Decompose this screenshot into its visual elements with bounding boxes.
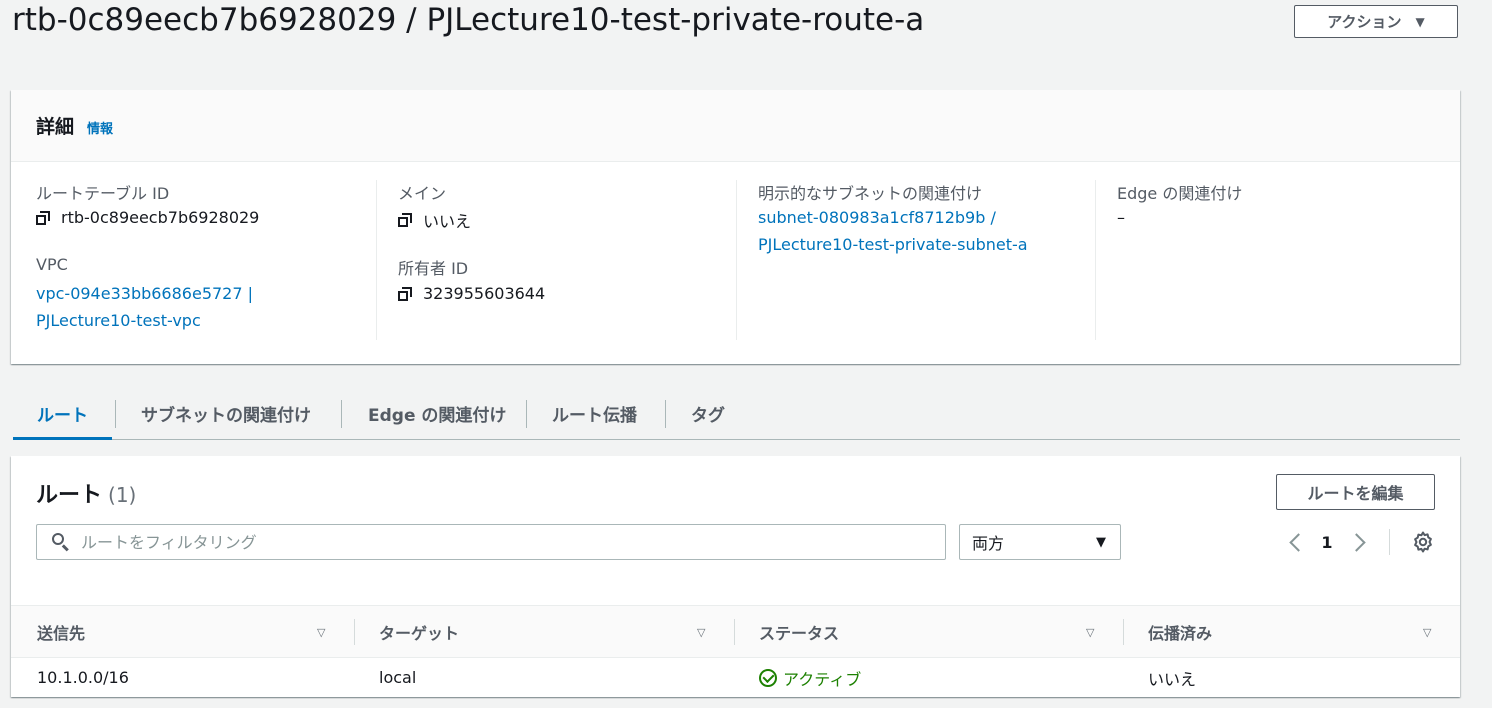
tab-bar: ルート サブネットの関連付け Edge の関連付け ルート伝播 タグ <box>13 388 1460 440</box>
subnet-assoc-link-line1[interactable]: subnet-080983a1cf8712b9b / <box>758 208 996 227</box>
cell-destination: 10.1.0.0/16 <box>37 668 129 687</box>
page-number[interactable]: 1 <box>1309 533 1345 552</box>
sort-icon[interactable]: ▽ <box>317 626 325 639</box>
cell-status: アクティブ <box>759 658 861 697</box>
column-divider <box>354 619 355 645</box>
pagination: 1 <box>1281 528 1373 556</box>
detail-column-4: Edge の関連付け – <box>1095 180 1436 340</box>
detail-column-1: ルートテーブル ID rtb-0c89eecb7b6928029 VPC vpc… <box>36 180 376 340</box>
column-header-destination[interactable]: 送信先 <box>37 606 85 657</box>
column-header-propagated[interactable]: 伝播済み <box>1148 606 1212 657</box>
vpc-label: VPC <box>36 255 68 274</box>
caret-down-icon: ▼ <box>1096 534 1106 550</box>
sort-icon[interactable]: ▽ <box>697 626 705 639</box>
table-header: 送信先 ▽ ターゲット ▽ ステータス ▽ 伝播済み ▽ <box>11 605 1460 658</box>
tab-subnet-associations[interactable]: サブネットの関連付け <box>141 388 311 438</box>
table-row[interactable]: 10.1.0.0/16 local アクティブ いいえ <box>11 658 1460 697</box>
chevron-right-icon[interactable] <box>1345 528 1373 556</box>
tab-divider <box>341 400 342 428</box>
actions-dropdown-button[interactable]: アクション ▼ <box>1294 5 1458 38</box>
page-title: rtb-0c89eecb7b6928029 / PJLecture10-test… <box>12 2 925 38</box>
routes-title-text: ルート <box>36 483 103 508</box>
sort-icon[interactable]: ▽ <box>1086 626 1094 639</box>
check-circle-icon <box>759 668 777 687</box>
tab-routes[interactable]: ルート <box>13 388 112 440</box>
detail-column-2: メイン いいえ 所有者 ID 323955603644 <box>376 180 736 340</box>
cell-propagated: いいえ <box>1148 669 1197 689</box>
edge-assoc-value: – <box>1117 208 1125 227</box>
route-filter-input[interactable] <box>79 526 945 558</box>
details-panel: 詳細 情報 ルートテーブル ID rtb-0c89eecb7b6928029 V… <box>11 90 1460 364</box>
main-value-text: いいえ <box>423 212 472 231</box>
main-value: いいえ <box>398 208 471 232</box>
gear-icon[interactable] <box>1411 530 1435 554</box>
subnet-assoc-link-line2[interactable]: PJLecture10-test-private-subnet-a <box>758 235 1028 254</box>
actions-label: アクション <box>1327 13 1402 31</box>
detail-column-3: 明示的なサブネットの関連付け subnet-080983a1cf8712b9b … <box>736 180 1096 340</box>
route-table-id-label: ルートテーブル ID <box>36 184 170 203</box>
status-text: アクティブ <box>783 669 862 689</box>
pagination-divider <box>1389 529 1390 555</box>
main-label: メイン <box>398 184 447 203</box>
route-table-id-value: rtb-0c89eecb7b6928029 <box>36 208 259 227</box>
column-header-status[interactable]: ステータス <box>759 606 839 657</box>
copy-icon[interactable] <box>36 210 50 225</box>
filter-type-select[interactable]: 両方 ▼ <box>959 524 1121 560</box>
sort-icon[interactable]: ▽ <box>1423 626 1431 639</box>
edge-assoc-label: Edge の関連付け <box>1117 184 1243 203</box>
tab-divider <box>115 400 116 428</box>
cell-target: local <box>379 668 417 687</box>
subnet-assoc-label: 明示的なサブネットの関連付け <box>758 184 983 203</box>
edit-routes-button[interactable]: ルートを編集 <box>1276 474 1435 510</box>
filter-type-value: 両方 <box>972 534 1005 553</box>
owner-id-text: 323955603644 <box>423 284 546 303</box>
routes-count: (1) <box>108 483 137 507</box>
tab-tags[interactable]: タグ <box>691 388 725 438</box>
routes-panel: ルート(1) ルートを編集 両方 ▼ 1 送信先 ▽ ターゲット ▽ ステータス… <box>11 456 1460 697</box>
tab-divider <box>665 400 666 428</box>
vpc-link-line2[interactable]: PJLecture10-test-vpc <box>36 311 201 330</box>
owner-id-value: 323955603644 <box>398 284 545 303</box>
tab-divider <box>526 400 527 428</box>
details-title: 詳細 <box>36 116 75 138</box>
tab-edge-associations[interactable]: Edge の関連付け <box>368 388 506 438</box>
tab-route-propagation[interactable]: ルート伝播 <box>552 388 637 438</box>
owner-id-label: 所有者 ID <box>398 259 469 278</box>
route-table-id-text: rtb-0c89eecb7b6928029 <box>61 208 260 227</box>
caret-down-icon: ▼ <box>1415 14 1425 29</box>
copy-icon[interactable] <box>398 213 412 227</box>
chevron-left-icon[interactable] <box>1281 528 1309 556</box>
route-filter[interactable] <box>36 524 946 560</box>
column-header-target[interactable]: ターゲット <box>379 606 459 657</box>
details-header: 詳細 情報 <box>11 90 1460 162</box>
column-divider <box>1123 619 1124 645</box>
vpc-link-line1[interactable]: vpc-094e33bb6686e5727 | <box>36 284 253 303</box>
column-divider <box>734 619 735 645</box>
info-link[interactable]: 情報 <box>87 118 113 137</box>
routes-title: ルート (1) <box>36 477 136 509</box>
copy-icon[interactable] <box>398 286 412 301</box>
search-icon <box>51 532 71 552</box>
